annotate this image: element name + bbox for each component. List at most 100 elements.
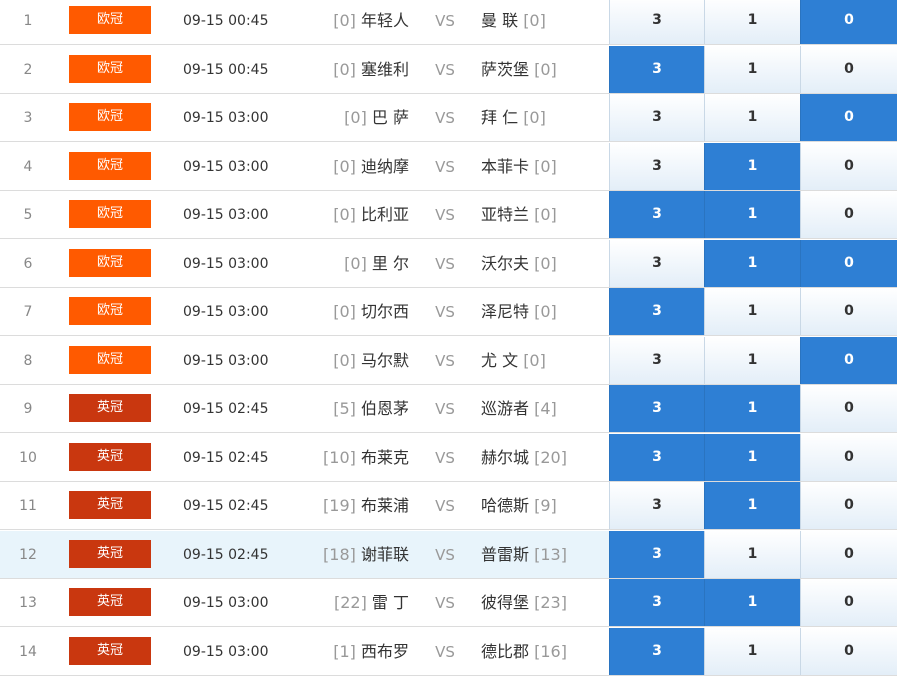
odds-draw-button[interactable]: 1 (704, 482, 800, 529)
odds-lose-button[interactable]: 0 (800, 337, 897, 384)
away-team[interactable]: 德比郡 [16] (481, 628, 607, 676)
odds-draw-button[interactable]: 1 (704, 143, 800, 190)
odds-draw-button[interactable]: 1 (704, 0, 800, 44)
odds-lose-button[interactable]: 0 (800, 628, 897, 675)
away-team[interactable]: 萨茨堡 [0] (481, 46, 607, 94)
odds-win-button[interactable]: 3 (609, 0, 704, 44)
match-index: 3 (23, 110, 33, 126)
table-row: 1 欧冠 09-15 00:45 [0] 年轻人 VS 曼 联 [0] 3 1 0 (0, 0, 897, 45)
odds-lose-button[interactable]: 0 (800, 482, 897, 529)
away-team[interactable]: 拜 仁 [0] (481, 94, 607, 142)
odds-lose-button[interactable]: 0 (800, 240, 897, 287)
odds-draw-button[interactable]: 1 (704, 337, 800, 384)
home-team[interactable]: [0] 年轻人 (280, 0, 409, 45)
home-team[interactable]: [0] 切尔西 (280, 288, 409, 336)
odds-draw-button[interactable]: 1 (704, 240, 800, 287)
odds-win-button[interactable]: 3 (609, 385, 704, 432)
home-team-name: 里 尔 (371, 254, 409, 273)
away-rank: [0] (534, 302, 557, 321)
odds-draw-button[interactable]: 1 (704, 46, 800, 93)
home-team-name: 雷 丁 (371, 593, 409, 612)
away-rank: [0] (523, 108, 546, 127)
odds-win-button[interactable]: 3 (609, 191, 704, 238)
away-team[interactable]: 本菲卡 [0] (481, 143, 607, 191)
odds-lose-button[interactable]: 0 (800, 191, 897, 238)
odds-win-button[interactable]: 3 (609, 288, 704, 335)
league-badge[interactable]: 英冠 (69, 394, 151, 422)
odds-win-button[interactable]: 3 (609, 579, 704, 626)
home-team[interactable]: [0] 马尔默 (280, 337, 409, 385)
odds-lose-button[interactable]: 0 (800, 434, 897, 481)
league-badge[interactable]: 英冠 (69, 443, 151, 471)
home-team-name: 布莱克 (360, 448, 409, 467)
home-team[interactable]: [0] 里 尔 (280, 240, 409, 288)
away-team-name: 沃尔夫 (481, 254, 530, 273)
away-team[interactable]: 普雷斯 [13] (481, 531, 607, 579)
odds-draw-button[interactable]: 1 (704, 94, 800, 141)
away-rank: [0] (523, 351, 546, 370)
odds-draw-button[interactable]: 1 (704, 385, 800, 432)
odds-win-button[interactable]: 3 (609, 531, 704, 578)
home-team[interactable]: [0] 塞维利 (280, 46, 409, 94)
league-badge[interactable]: 英冠 (69, 637, 151, 665)
odds-win-button[interactable]: 3 (609, 628, 704, 675)
odds-draw-button[interactable]: 1 (704, 628, 800, 675)
league-badge[interactable]: 欧冠 (69, 103, 151, 131)
league-badge[interactable]: 欧冠 (69, 200, 151, 228)
home-rank: [22] (333, 593, 367, 612)
league-badge[interactable]: 欧冠 (69, 297, 151, 325)
vs-label: VS (435, 643, 455, 661)
odds-draw-button[interactable]: 1 (704, 191, 800, 238)
odds-win-button[interactable]: 3 (609, 94, 704, 141)
home-team[interactable]: [0] 比利亚 (280, 191, 409, 239)
home-team[interactable]: [0] 迪纳摩 (280, 143, 409, 191)
away-team[interactable]: 赫尔城 [20] (481, 434, 607, 482)
home-team[interactable]: [5] 伯恩茅 (280, 385, 409, 433)
odds-draw-button[interactable]: 1 (704, 288, 800, 335)
odds-win-button[interactable]: 3 (609, 482, 704, 529)
odds-win-button[interactable]: 3 (609, 240, 704, 287)
league-badge[interactable]: 欧冠 (69, 6, 151, 34)
league-badge[interactable]: 欧冠 (69, 152, 151, 180)
away-team[interactable]: 彼得堡 [23] (481, 579, 607, 627)
away-team[interactable]: 沃尔夫 [0] (481, 240, 607, 288)
odds-win-button[interactable]: 3 (609, 434, 704, 481)
league-badge[interactable]: 欧冠 (69, 249, 151, 277)
table-row: 11 英冠 09-15 02:45 [19] 布莱浦 VS 哈德斯 [9] 3 1 0 (0, 482, 897, 530)
table-row: 6 欧冠 09-15 03:00 [0] 里 尔 VS 沃尔夫 [0] 3 1 0 (0, 240, 897, 288)
home-team[interactable]: [0] 巴 萨 (280, 94, 409, 142)
league-badge[interactable]: 欧冠 (69, 346, 151, 374)
odds-lose-button[interactable]: 0 (800, 143, 897, 190)
away-team[interactable]: 哈德斯 [9] (481, 482, 607, 530)
home-rank: [1] (333, 642, 356, 661)
odds-lose-button[interactable]: 0 (800, 531, 897, 578)
odds-draw-button[interactable]: 1 (704, 531, 800, 578)
away-team[interactable]: 曼 联 [0] (481, 0, 607, 45)
home-team[interactable]: [10] 布莱克 (280, 434, 409, 482)
odds-lose-button[interactable]: 0 (800, 46, 897, 93)
league-badge[interactable]: 英冠 (69, 588, 151, 616)
odds-lose-button[interactable]: 0 (800, 288, 897, 335)
away-team-name: 德比郡 (481, 642, 530, 661)
odds-lose-button[interactable]: 0 (800, 385, 897, 432)
away-team[interactable]: 巡游者 [4] (481, 385, 607, 433)
home-team[interactable]: [1] 西布罗 (280, 628, 409, 676)
league-badge[interactable]: 英冠 (69, 491, 151, 519)
odds-lose-button[interactable]: 0 (800, 0, 897, 44)
vs-label: VS (435, 303, 455, 321)
odds-draw-button[interactable]: 1 (704, 434, 800, 481)
odds-draw-button[interactable]: 1 (704, 579, 800, 626)
league-badge[interactable]: 欧冠 (69, 55, 151, 83)
league-badge[interactable]: 英冠 (69, 540, 151, 568)
odds-lose-button[interactable]: 0 (800, 579, 897, 626)
away-team[interactable]: 泽尼特 [0] (481, 288, 607, 336)
home-team[interactable]: [22] 雷 丁 (280, 579, 409, 627)
home-team[interactable]: [18] 谢菲联 (280, 531, 409, 579)
odds-win-button[interactable]: 3 (609, 337, 704, 384)
home-team[interactable]: [19] 布莱浦 (280, 482, 409, 530)
odds-lose-button[interactable]: 0 (800, 94, 897, 141)
odds-win-button[interactable]: 3 (609, 46, 704, 93)
away-team[interactable]: 尤 文 [0] (481, 337, 607, 385)
away-team[interactable]: 亚特兰 [0] (481, 191, 607, 239)
odds-win-button[interactable]: 3 (609, 143, 704, 190)
